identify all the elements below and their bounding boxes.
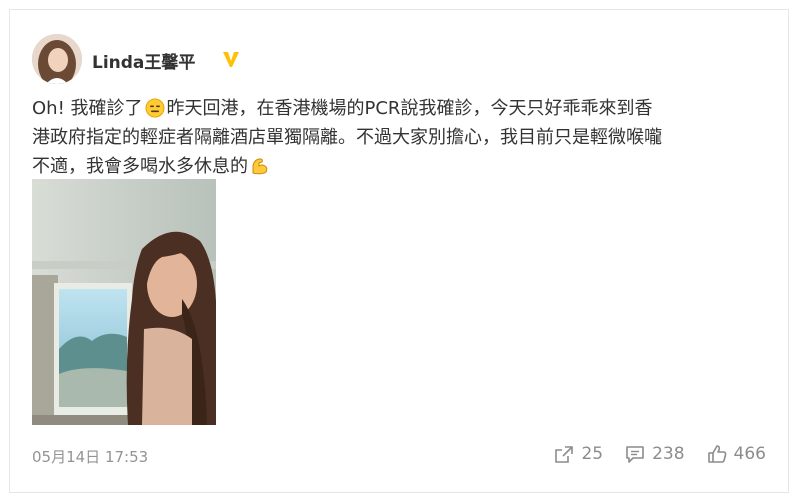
comment-count: 238 (652, 444, 685, 464)
post-text-segment: 昨天回港，在香港機場的PCR說我確診，今天只好乖乖來到香 (166, 98, 653, 119)
like-count: 466 (733, 444, 766, 464)
post-text-segment: 不適，我會多喝水多休息的 (32, 156, 248, 177)
expressionless-face-icon (145, 98, 165, 118)
share-icon (555, 446, 574, 463)
weibo-post-card: Linda王馨平 Oh! 我確診了 昨天回港，在香港機場的PCR說我確診，今天只好… (9, 9, 789, 493)
post-line-2: 港政府指定的輕症者隔離酒店單獨隔離。不過大家別擔心，我目前只是輕微喉嚨 (32, 123, 777, 152)
share-count: 25 (581, 444, 604, 464)
verified-badge-icon (223, 52, 239, 67)
post-timestamp: 05月14日 17:53 (32, 448, 149, 466)
post-line-1: Oh! 我確診了 昨天回港，在香港機場的PCR說我確診，今天只好乖乖來到香 (32, 94, 777, 123)
thumbs-up-icon (707, 445, 726, 463)
post-photo[interactable] (32, 179, 216, 425)
flexed-biceps-icon (252, 158, 268, 175)
share-button[interactable]: 25 (554, 444, 603, 464)
avatar[interactable] (32, 34, 82, 84)
post-content: Oh! 我確診了 昨天回港，在香港機場的PCR說我確診，今天只好乖乖來到香 港政府… (32, 94, 777, 181)
post-line-3: 不適，我會多喝水多休息的 (32, 152, 777, 181)
comment-icon (626, 446, 644, 463)
post-actions: 25 238 466 (532, 444, 766, 464)
comment-button[interactable]: 238 (625, 444, 685, 464)
username[interactable]: Linda王馨平 (92, 48, 195, 73)
post-text-segment: Oh! 我確診了 (32, 98, 143, 119)
like-button[interactable]: 466 (707, 444, 766, 464)
post-text-segment: 港政府指定的輕症者隔離酒店單獨隔離。不過大家別擔心，我目前只是輕微喉嚨 (32, 127, 662, 148)
